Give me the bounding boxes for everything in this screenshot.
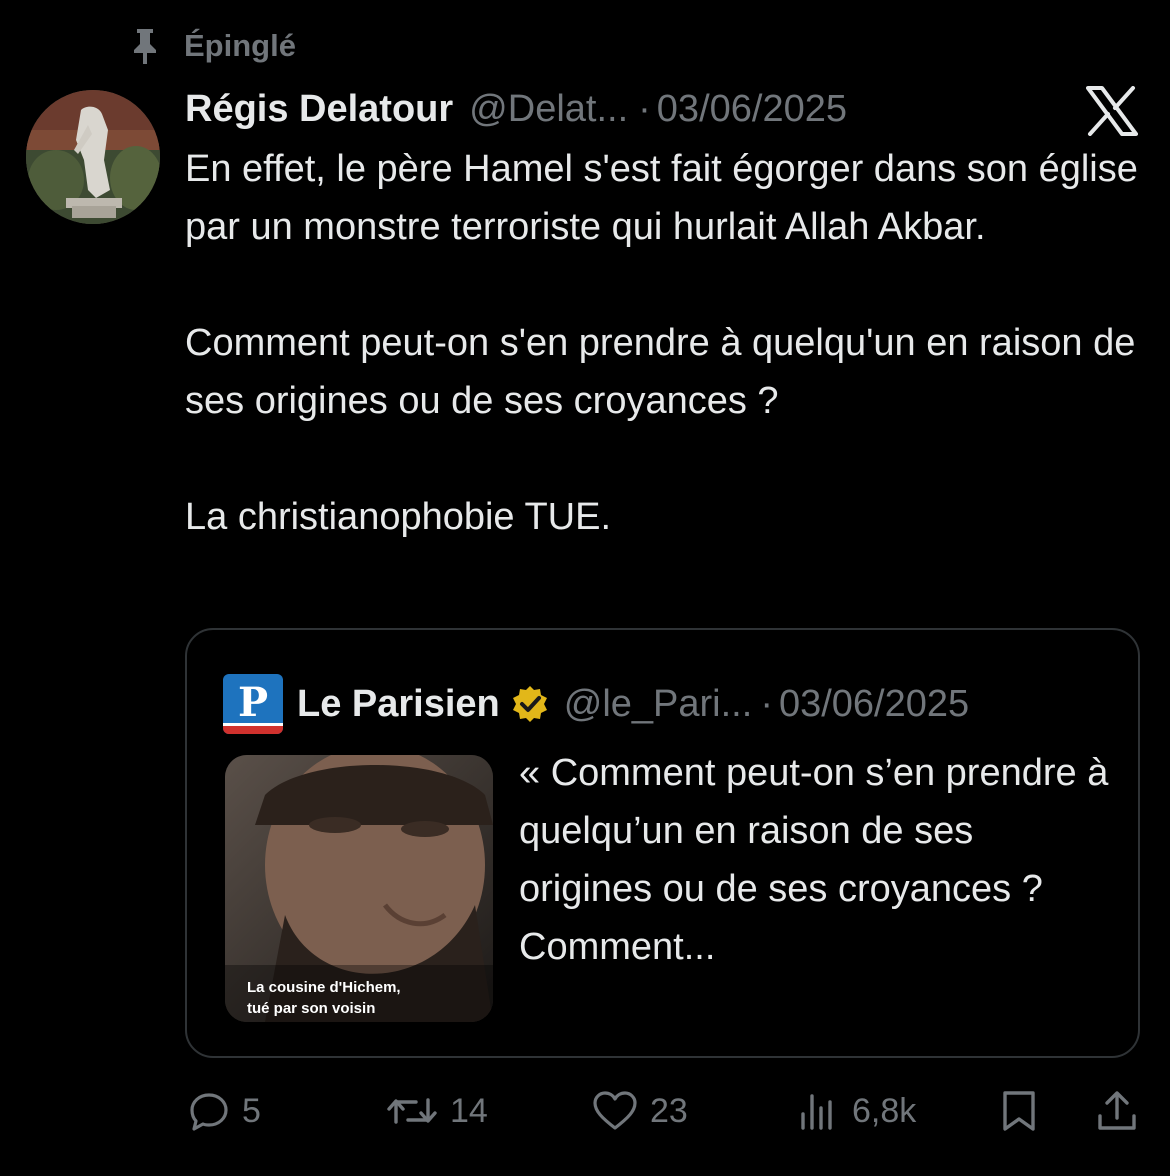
heart-icon	[593, 1091, 637, 1130]
like-button[interactable]: 23	[592, 1090, 688, 1132]
thumbnail-caption-line: tué par son voisin	[247, 1000, 376, 1017]
header-separator: ·	[638, 88, 651, 130]
like-count: 23	[650, 1091, 688, 1130]
avatar-image	[26, 90, 160, 224]
tweet-header: Régis Delatour @Delat... · 03/06/2025	[185, 84, 847, 134]
views-icon	[801, 1094, 832, 1130]
reply-button[interactable]: 5	[188, 1090, 261, 1132]
share-icon	[1098, 1091, 1136, 1130]
tweet-actions-bar: 5 14 23 6,8k	[0, 1082, 1170, 1142]
bookmark-button[interactable]	[998, 1090, 1040, 1132]
repost-button[interactable]: 14	[386, 1090, 488, 1132]
tweet-date[interactable]: 03/06/2025	[657, 84, 847, 134]
quoted-tweet-text: « Comment peut-on s’en prendre à quelqu’…	[519, 752, 1109, 968]
quoted-header-separator: ·	[760, 683, 773, 725]
pinned-label: Épinglé	[184, 28, 296, 63]
repost-count: 14	[450, 1091, 488, 1130]
x-logo-icon	[1086, 86, 1138, 136]
tweet-paragraph: En effet, le père Hamel s'est fait égorg…	[185, 148, 1138, 248]
quoted-tweet-date[interactable]: 03/06/2025	[779, 679, 969, 729]
thumbnail-caption-line: La cousine d'Hichem,	[247, 979, 401, 996]
author-handle[interactable]: @Delat...	[469, 84, 628, 134]
verified-badge-icon[interactable]	[510, 684, 550, 724]
thumbnail-caption: La cousine d'Hichem, tué par son voisin	[247, 977, 401, 1019]
quoted-author-handle[interactable]: @le_Pari...	[564, 679, 753, 729]
quoted-tweet[interactable]: P Le Parisien @le_Pari... · 03/06/2025 L…	[185, 628, 1140, 1058]
views-button[interactable]: 6,8k	[798, 1090, 916, 1132]
quoted-author-name[interactable]: Le Parisien	[297, 679, 500, 729]
share-button[interactable]	[1096, 1090, 1138, 1132]
tweet-paragraph: Comment peut-on s'en prendre à quelqu'un…	[185, 322, 1136, 422]
pin-icon	[134, 29, 156, 64]
reply-count: 5	[242, 1091, 261, 1130]
quoted-media-thumbnail[interactable]: La cousine d'Hichem, tué par son voisin	[225, 755, 493, 1022]
repost-icon	[387, 1098, 437, 1124]
views-count: 6,8k	[852, 1091, 917, 1130]
logo-letter: P	[238, 679, 268, 726]
quoted-tweet-header: P Le Parisien @le_Pari... · 03/06/2025	[223, 674, 969, 734]
tweet-paragraph: La christianophobie TUE.	[185, 496, 611, 538]
pinned-indicator: Épinglé	[128, 26, 296, 66]
author-avatar[interactable]	[26, 90, 160, 224]
bookmark-icon	[1003, 1091, 1035, 1131]
tweet-body: En effet, le père Hamel s'est fait égorg…	[185, 140, 1145, 546]
author-name[interactable]: Régis Delatour	[185, 84, 453, 134]
reply-icon	[190, 1093, 228, 1131]
le-parisien-logo[interactable]: P	[223, 674, 283, 734]
